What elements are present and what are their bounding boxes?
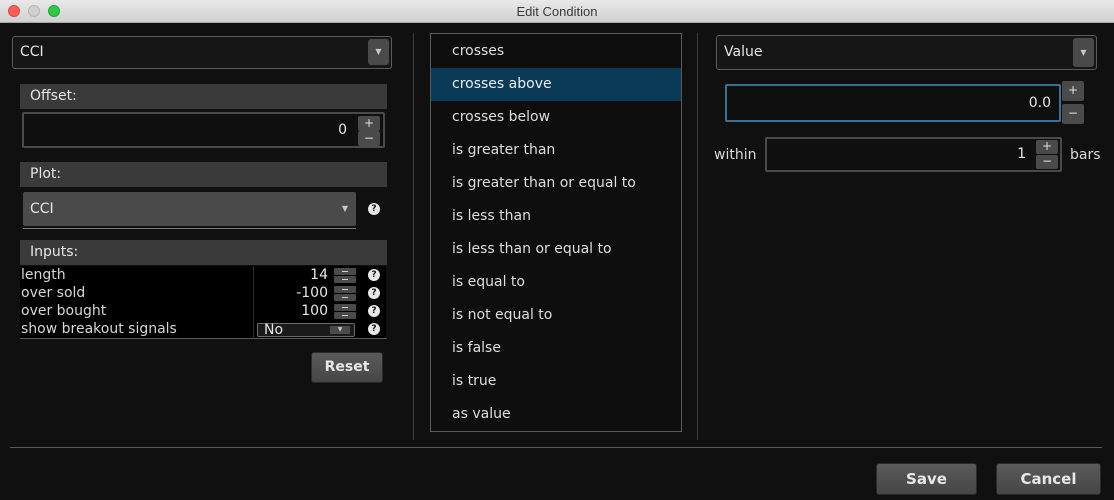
title-bar: Edit Condition <box>0 0 1114 23</box>
inputs-header: Inputs: <box>20 240 387 265</box>
within-field[interactable]: 1 + − <box>765 137 1062 172</box>
within-decrement-button[interactable]: − <box>1036 155 1058 169</box>
plot-underline <box>23 228 356 229</box>
input-label: length <box>21 267 66 283</box>
plot-dropdown[interactable]: CCI ▼ <box>23 192 356 226</box>
condition-item-is-true[interactable]: is true <box>431 365 681 398</box>
question-icon[interactable]: ? <box>368 287 380 299</box>
condition-item-is-equal-to[interactable]: is equal to <box>431 266 681 299</box>
within-increment-button[interactable]: + <box>1036 140 1058 154</box>
input-decrement-button[interactable] <box>334 276 356 283</box>
input-increment-button[interactable] <box>334 268 356 275</box>
select-value: No <box>264 322 284 338</box>
question-icon[interactable]: ? <box>368 269 380 281</box>
chevron-down-icon[interactable]: ▼ <box>368 39 389 65</box>
input-increment-button[interactable] <box>334 286 356 293</box>
condition-item-as-value[interactable]: as value <box>431 398 681 431</box>
chevron-down-icon[interactable]: ▼ <box>1073 38 1094 67</box>
input-label: over sold <box>21 285 86 301</box>
input-increment-button[interactable] <box>334 304 356 311</box>
save-button[interactable]: Save <box>876 463 977 495</box>
value-increment-button[interactable]: + <box>1062 81 1084 101</box>
input-label: over bought <box>21 303 107 319</box>
condition-item-is-greater-than[interactable]: is greater than <box>431 134 681 167</box>
inputs-table: length 14 ? over sold -100 ? over bought… <box>20 266 386 338</box>
condition-item-is-false[interactable]: is false <box>431 332 681 365</box>
plot-dropdown-value: CCI <box>30 201 54 217</box>
target-dropdown-value: Value <box>724 44 763 60</box>
input-row-over-sold: over sold -100 ? <box>20 284 386 302</box>
value-decrement-button[interactable]: − <box>1062 104 1084 124</box>
inputs-bottom-line <box>20 338 387 339</box>
study-dropdown[interactable]: CCI ▼ <box>12 36 392 69</box>
bars-label: bars <box>1070 147 1101 163</box>
left-divider <box>413 33 414 440</box>
condition-item-is-greater-than-or-equal-to[interactable]: is greater than or equal to <box>431 167 681 200</box>
input-row-over-bought: over bought 100 ? <box>20 302 386 320</box>
study-dropdown-value: CCI <box>20 44 44 60</box>
condition-item-crosses-below[interactable]: crosses below <box>431 101 681 134</box>
question-icon[interactable]: ? <box>368 323 380 335</box>
condition-item-is-not-equal-to[interactable]: is not equal to <box>431 299 681 332</box>
chevron-down-icon: ▼ <box>330 326 350 334</box>
offset-increment-button[interactable]: + <box>358 116 380 131</box>
input-label: show breakout signals <box>21 321 177 337</box>
input-value[interactable]: 100 <box>248 302 328 320</box>
offset-header: Offset: <box>20 84 387 109</box>
reset-button[interactable]: Reset <box>311 352 383 383</box>
breakout-signals-select[interactable]: No ▼ <box>257 322 355 338</box>
condition-list[interactable]: crosses crosses above crosses below is g… <box>430 33 682 432</box>
input-row-length: length 14 ? <box>20 266 386 284</box>
offset-field[interactable]: 0 + − <box>22 112 385 148</box>
window-title: Edit Condition <box>516 4 598 19</box>
condition-item-crosses[interactable]: crosses <box>431 35 681 68</box>
input-value[interactable]: 14 <box>248 266 328 284</box>
value-field[interactable]: 0.0 <box>725 84 1061 122</box>
condition-item-is-less-than-or-equal-to[interactable]: is less than or equal to <box>431 233 681 266</box>
right-divider <box>697 33 698 440</box>
chevron-down-icon: ▼ <box>341 204 348 213</box>
question-icon[interactable]: ? <box>368 203 380 215</box>
target-dropdown[interactable]: Value ▼ <box>716 35 1097 70</box>
value-field-value: 0.0 <box>1028 95 1051 111</box>
input-row-show-breakout-signals: show breakout signals No ▼ ? <box>20 320 386 338</box>
plot-header: Plot: <box>20 162 387 187</box>
question-icon[interactable]: ? <box>368 305 380 317</box>
offset-decrement-button[interactable]: − <box>358 131 380 146</box>
footer-divider <box>10 447 1102 448</box>
input-decrement-button[interactable] <box>334 312 356 319</box>
offset-value: 0 <box>338 122 347 138</box>
cancel-button[interactable]: Cancel <box>996 463 1101 495</box>
condition-item-crosses-above[interactable]: crosses above <box>431 68 681 101</box>
input-decrement-button[interactable] <box>334 294 356 301</box>
condition-item-is-less-than[interactable]: is less than <box>431 200 681 233</box>
within-field-value: 1 <box>1017 146 1026 162</box>
within-label: within <box>714 147 757 163</box>
input-value[interactable]: -100 <box>248 284 328 302</box>
